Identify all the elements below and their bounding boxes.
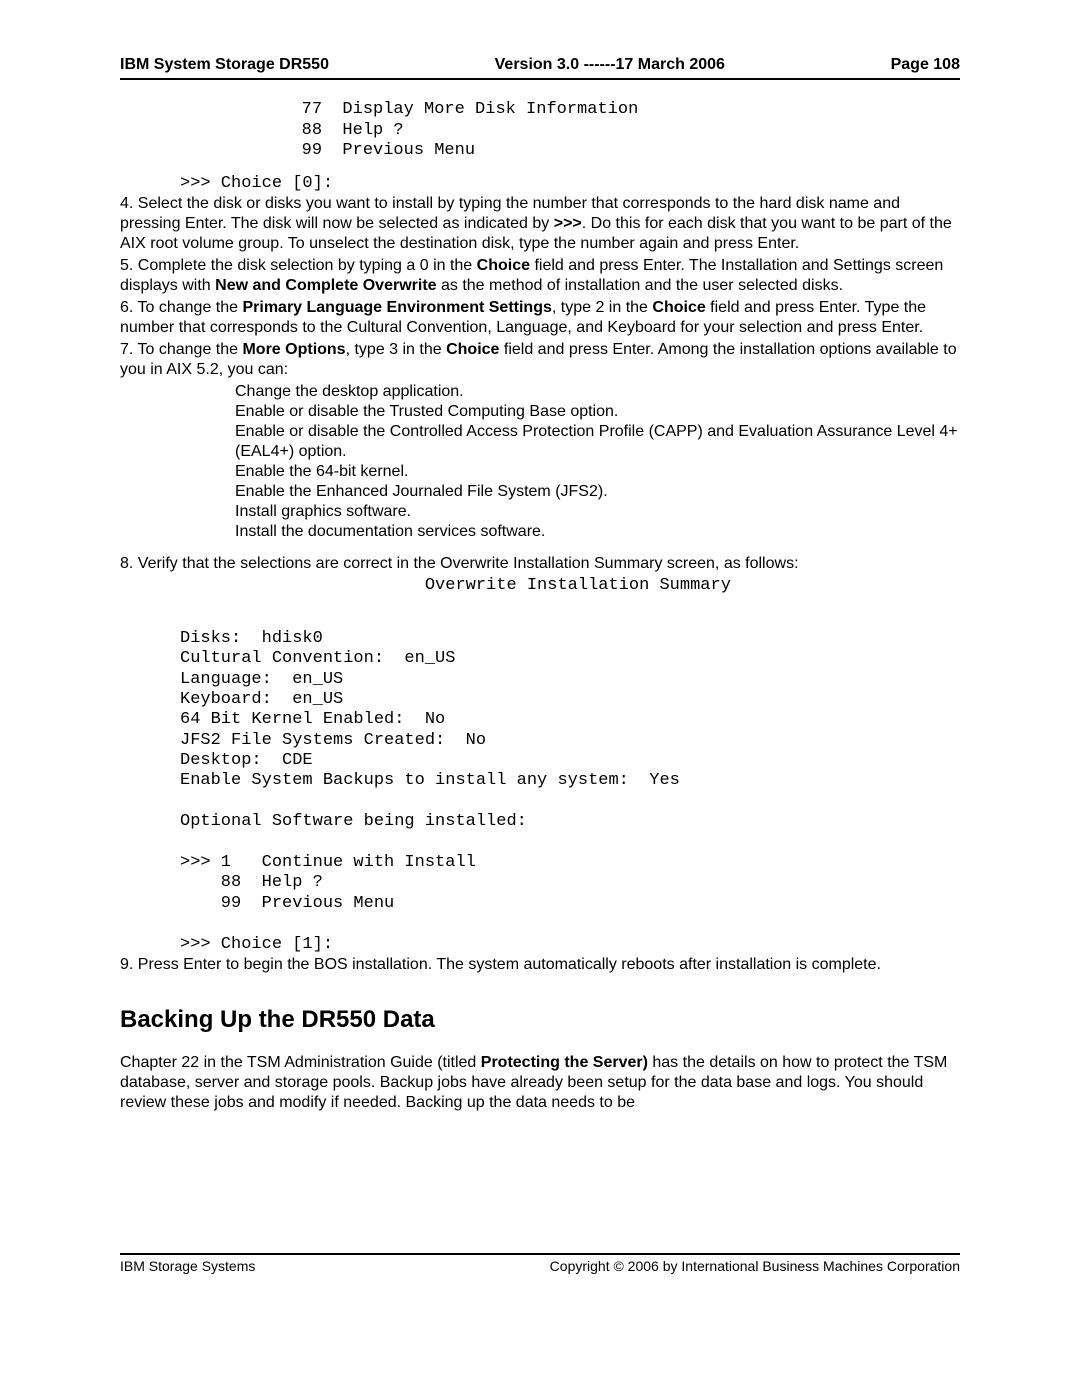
- option-item: Enable or disable the Controlled Access …: [235, 422, 960, 462]
- option-item: Install the documentation services softw…: [235, 522, 960, 542]
- summary-block: Disks: hdisk0 Cultural Convention: en_US…: [180, 608, 960, 955]
- menu-block-1: 77 Display More Disk Information 88 Help…: [220, 80, 960, 162]
- step-7: 7. To change the More Options, type 3 in…: [120, 340, 960, 380]
- section-paragraph: Chapter 22 in the TSM Administration Gui…: [120, 1053, 960, 1113]
- section-heading: Backing Up the DR550 Data: [120, 1005, 960, 1035]
- option-item: Install graphics software.: [235, 502, 960, 522]
- page-header: IBM System Storage DR550 Version 3.0 ---…: [120, 55, 960, 80]
- option-item: Change the desktop application.: [235, 382, 960, 402]
- step-4: 4. Select the disk or disks you want to …: [120, 194, 960, 254]
- step-6: 6. To change the Primary Language Enviro…: [120, 298, 960, 338]
- options-list: Change the desktop application. Enable o…: [235, 382, 960, 542]
- step-5: 5. Complete the disk selection by typing…: [120, 256, 960, 296]
- option-item: Enable the Enhanced Journaled File Syste…: [235, 482, 960, 502]
- page-footer: IBM Storage Systems Copyright © 2006 by …: [120, 1253, 960, 1276]
- header-right: Page 108: [891, 55, 960, 75]
- header-left: IBM System Storage DR550: [120, 55, 329, 75]
- summary-title: Overwrite Installation Summary: [180, 576, 960, 596]
- footer-left: IBM Storage Systems: [120, 1258, 255, 1276]
- step-8: 8. Verify that the selections are correc…: [120, 554, 960, 574]
- option-item: Enable the 64-bit kernel.: [235, 462, 960, 482]
- option-item: Enable or disable the Trusted Computing …: [235, 402, 960, 422]
- header-center: Version 3.0 ------17 March 2006: [495, 55, 725, 75]
- choice-prompt-0: >>> Choice [0]:: [180, 174, 960, 194]
- step-9: 9. Press Enter to begin the BOS installa…: [120, 955, 960, 975]
- footer-right: Copyright © 2006 by International Busine…: [550, 1258, 960, 1276]
